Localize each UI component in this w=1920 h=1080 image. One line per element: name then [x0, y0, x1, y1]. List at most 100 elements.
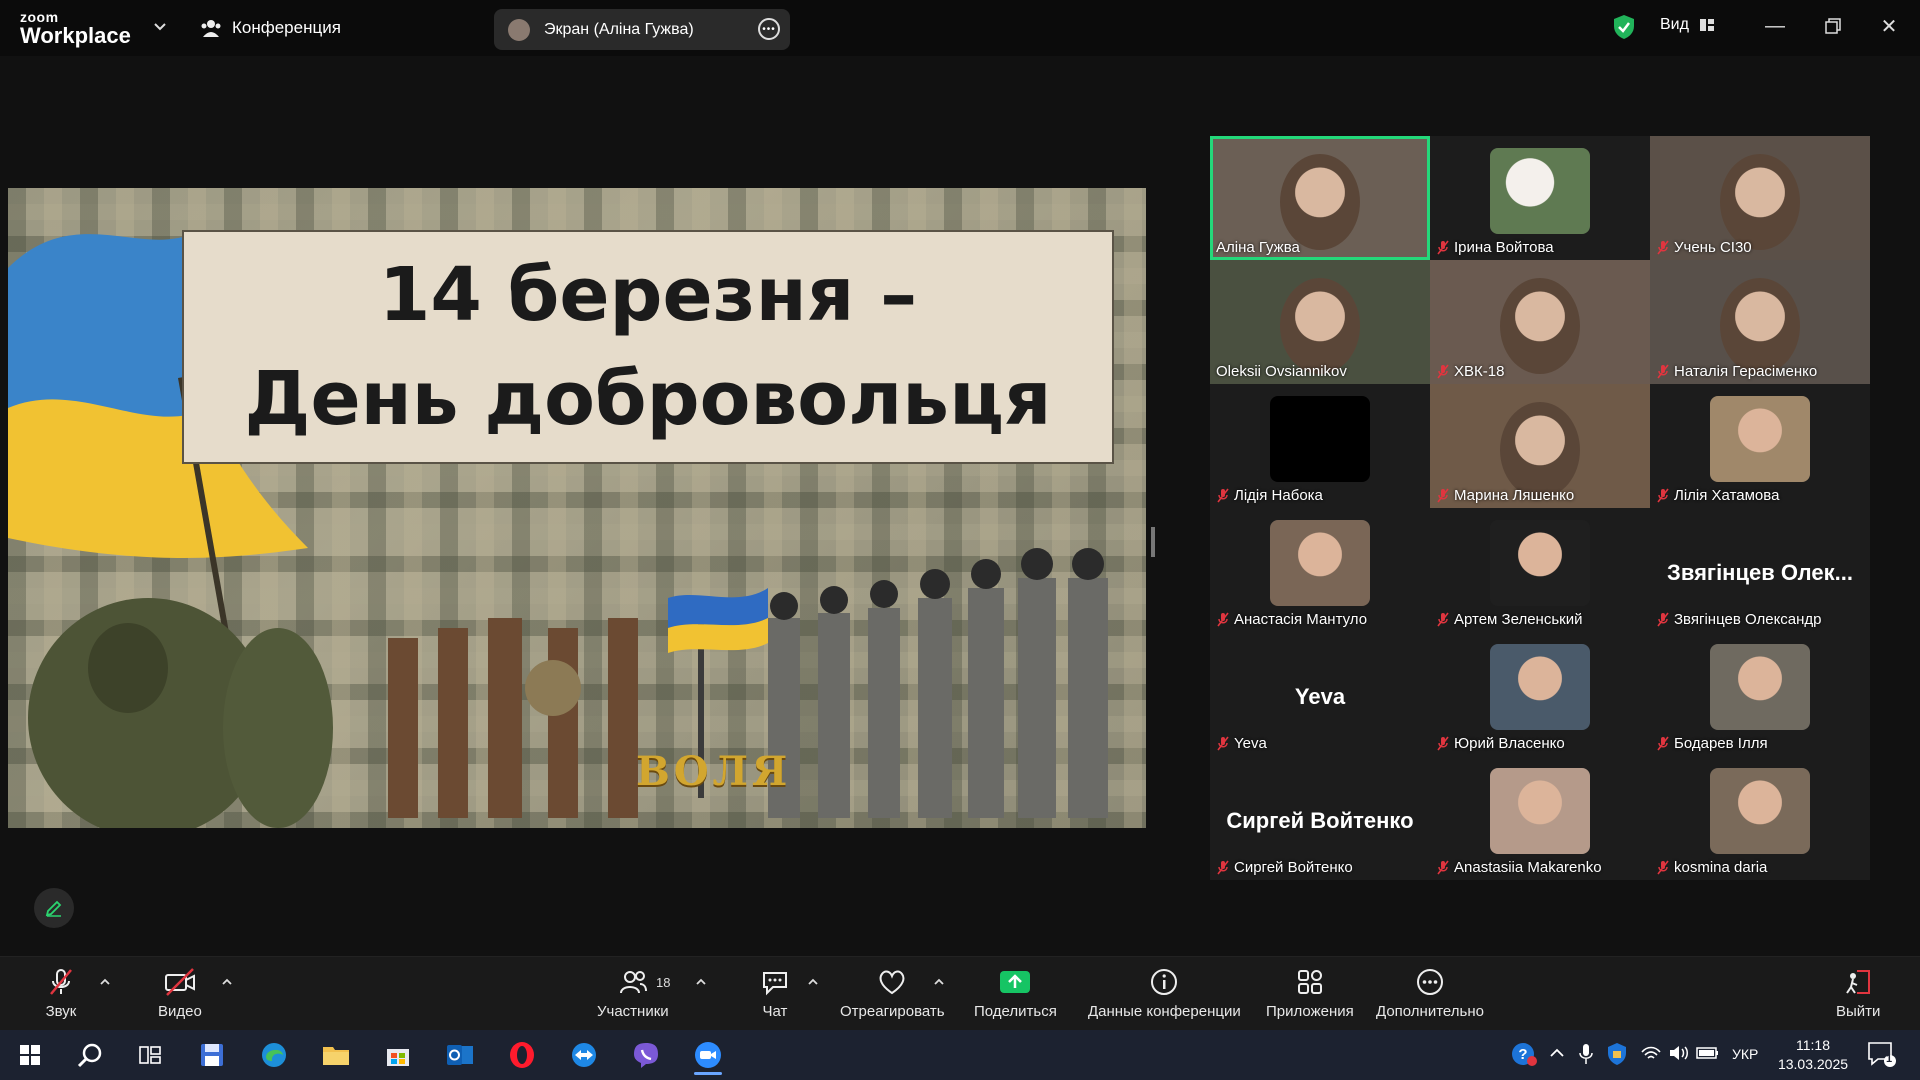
logo-workplace-text: Workplace	[20, 23, 131, 48]
microphone-tray-icon[interactable]	[1578, 1043, 1594, 1068]
taskbar-app-explorer[interactable]	[314, 1037, 358, 1073]
react-label: Отреагировать	[840, 1003, 945, 1020]
mic-muted-icon	[1657, 860, 1669, 874]
participant-tile[interactable]: Oleksii Ovsiannikov	[1210, 260, 1430, 384]
more-button[interactable]: Дополнительно	[1376, 965, 1484, 1020]
participant-tile[interactable]: Марина Ляшенко	[1430, 384, 1650, 508]
start-button[interactable]	[8, 1037, 52, 1073]
security-tray-icon[interactable]	[1606, 1042, 1628, 1069]
chat-options-caret-icon[interactable]	[806, 975, 820, 989]
taskbar-app-viber[interactable]	[624, 1037, 668, 1073]
chevron-down-icon[interactable]	[152, 18, 168, 34]
participant-tile[interactable]: Анастасія Мантуло	[1210, 508, 1430, 632]
screen-share-indicator[interactable]: Экран (Аліна Гужва) •••	[494, 9, 790, 50]
participant-tile[interactable]: Юрий Власенко	[1430, 632, 1650, 756]
camera-off-icon	[164, 968, 195, 996]
participant-tile[interactable]: Yeva Yeva	[1210, 632, 1430, 756]
participant-name-label: Юрий Власенко	[1436, 735, 1565, 752]
taskbar-app-zoom[interactable]	[686, 1037, 730, 1075]
restore-icon[interactable]	[1818, 14, 1848, 38]
help-tray-icon[interactable]: ?	[1510, 1040, 1538, 1071]
pencil-icon	[45, 900, 62, 917]
participants-count: 18	[656, 975, 671, 990]
volume-icon[interactable]	[1668, 1044, 1690, 1065]
clock[interactable]: 11:18 13.03.2025	[1774, 1036, 1852, 1074]
participant-tile[interactable]: Бодарев Ілля	[1650, 632, 1870, 756]
search-button[interactable]	[68, 1037, 112, 1073]
participant-tile[interactable]: Аліна Гужва	[1210, 136, 1430, 260]
zoom-icon	[695, 1042, 721, 1068]
participants-icon	[619, 971, 647, 994]
video-options-caret-icon[interactable]	[220, 975, 234, 989]
windows-taskbar: ? УКР 11:18 13.03.2025 1	[0, 1030, 1920, 1080]
participant-tile[interactable]: Сиргей Войтенко Сиргей Войтенко	[1210, 756, 1430, 880]
share-screen-button[interactable]: Поделиться	[974, 965, 1057, 1020]
taskbar-app-save[interactable]	[190, 1037, 234, 1073]
participant-tile[interactable]: Наталія Герасіменко	[1650, 260, 1870, 384]
apps-label: Приложения	[1266, 1003, 1354, 1020]
mic-muted-icon	[1657, 612, 1669, 626]
more-icon[interactable]: •••	[758, 18, 780, 40]
participant-tile[interactable]: Ірина Войтова	[1430, 136, 1650, 260]
participant-display-name: Yeva	[1294, 684, 1346, 709]
meeting-info-button[interactable]: Данные конференции	[1088, 965, 1241, 1020]
shared-screen[interactable]: ВОЛЯ 14 березня – День добровольця	[8, 188, 1146, 828]
language-indicator[interactable]: УКР	[1732, 1046, 1758, 1062]
clock-date: 13.03.2025	[1777, 1056, 1849, 1072]
taskbar-app-edge[interactable]	[252, 1037, 296, 1073]
view-button[interactable]: Вид	[1660, 16, 1715, 34]
participant-name-label: kosmina daria	[1656, 859, 1767, 876]
chat-icon	[763, 972, 787, 996]
panel-resize-handle[interactable]	[1151, 527, 1155, 557]
chevron-up-icon[interactable]	[1548, 1046, 1566, 1063]
taskbar-app-outlook[interactable]	[438, 1037, 482, 1073]
participant-name: Марина Ляшенко	[1454, 487, 1575, 504]
participant-tile[interactable]: Лілія Хатамова	[1650, 384, 1870, 508]
viber-icon	[634, 1043, 658, 1068]
participant-tile[interactable]: Учень СІ30	[1650, 136, 1870, 260]
participants-options-caret-icon[interactable]	[694, 975, 708, 989]
encryption-shield-icon[interactable]	[1612, 14, 1636, 40]
participant-name-label: Сиргей Войтенко	[1216, 859, 1353, 876]
taskbar-app-store[interactable]	[376, 1037, 420, 1073]
participants-gallery: Аліна Гужва Ірина Войтова Учень СІ30 Oleksi…	[1210, 136, 1870, 880]
participant-avatar	[1710, 768, 1810, 854]
participant-name: Юрий Власенко	[1454, 735, 1565, 752]
participant-tile[interactable]: kosmina daria	[1650, 756, 1870, 880]
wifi-icon[interactable]	[1640, 1044, 1662, 1065]
outlook-icon	[447, 1045, 473, 1065]
audio-button[interactable]: Звук	[44, 965, 78, 1020]
leave-button[interactable]: Выйти	[1836, 965, 1880, 1020]
audio-options-caret-icon[interactable]	[98, 975, 112, 989]
participant-tile[interactable]: Лідія Набока	[1210, 384, 1430, 508]
close-icon[interactable]: ✕	[1874, 14, 1904, 38]
participant-name: Звягінцев Олександр	[1674, 611, 1822, 628]
minimize-icon[interactable]: —	[1760, 14, 1790, 38]
participant-name-label: Анастасія Мантуло	[1216, 611, 1367, 628]
mic-muted-icon	[50, 969, 72, 995]
zoom-workplace-logo[interactable]: zoom Workplace	[20, 10, 131, 47]
participant-name-label: Oleksii Ovsiannikov	[1216, 363, 1347, 380]
participant-tile[interactable]: ХВК-18	[1430, 260, 1650, 384]
windows-logo-icon	[20, 1045, 40, 1065]
battery-icon[interactable]	[1696, 1045, 1720, 1064]
participant-tile[interactable]: Anastasiia Makarenko	[1430, 756, 1650, 880]
participants-button[interactable]: Участники	[597, 965, 669, 1020]
participant-avatar	[1710, 644, 1810, 730]
annotate-button[interactable]	[34, 888, 74, 928]
video-button[interactable]: Видео	[158, 965, 202, 1020]
mic-muted-icon	[1217, 736, 1229, 750]
participant-name-label: Артем Зеленський	[1436, 611, 1582, 628]
taskbar-app-teamviewer[interactable]	[562, 1037, 606, 1073]
react-button[interactable]: Отреагировать	[840, 965, 945, 1020]
taskbar-app-opera[interactable]	[500, 1037, 544, 1073]
apps-button[interactable]: Приложения	[1266, 965, 1354, 1020]
participant-video	[1280, 278, 1360, 374]
participant-tile[interactable]: Звягінцев Олек... Звягінцев Олександр	[1650, 508, 1870, 632]
participant-tile[interactable]: Артем Зеленський	[1430, 508, 1650, 632]
conference-tab[interactable]: Конференция	[200, 14, 341, 42]
chat-button[interactable]: Чат	[758, 965, 792, 1020]
task-view-button[interactable]	[128, 1037, 172, 1073]
notifications-button[interactable]: 1	[1866, 1040, 1896, 1071]
react-options-caret-icon[interactable]	[932, 975, 946, 989]
